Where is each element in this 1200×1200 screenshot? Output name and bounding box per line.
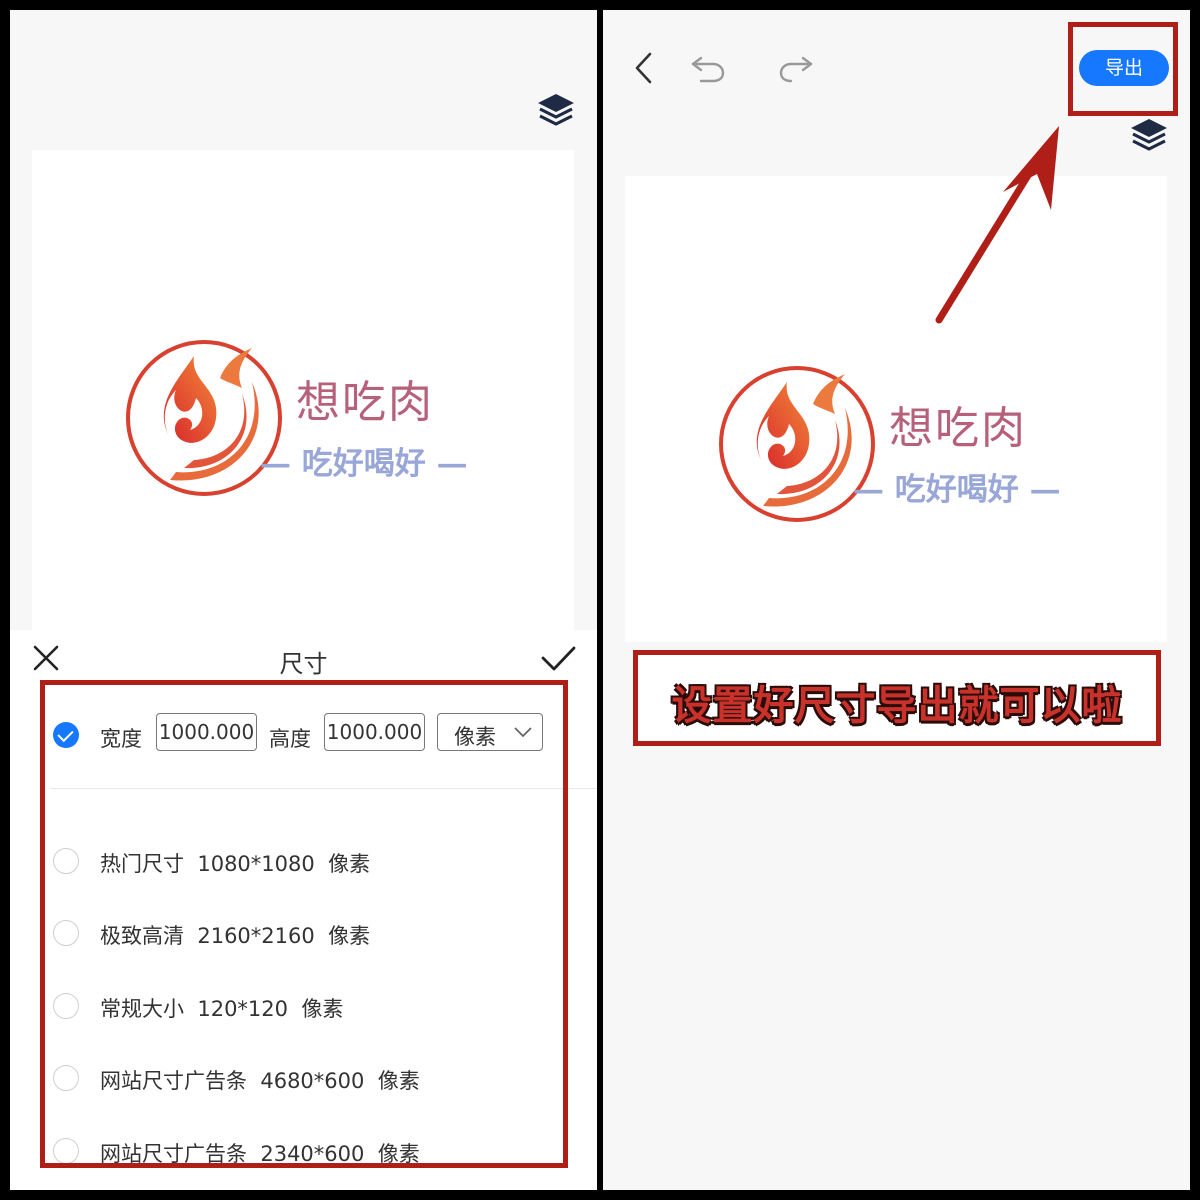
preset-option[interactable]: 网站尺寸广告条 2340*600 像素 [10,1132,570,1172]
export-button[interactable]: 导出 [1079,50,1169,86]
preset-label: 常规大小 120*120 像素 [100,997,344,1021]
size-sheet-header: 尺寸 [10,630,597,690]
chevron-down-icon [514,727,532,738]
divider [50,788,597,789]
preset-option[interactable]: 网站尺寸广告条 4680*600 像素 [10,1059,570,1099]
right-screen: 导出 想吃肉 — 吃好喝好 — 设置好尺寸导出就可以啦 [603,10,1190,1190]
preset-radio[interactable] [53,848,79,874]
brand-logo: 想吃肉 — 吃好喝好 — [124,338,484,518]
preset-option[interactable]: 热门尺寸 1080*1080 像素 [10,842,570,882]
brand-name-text: 想吃肉 [889,403,1027,454]
undo-icon[interactable] [687,48,727,88]
chevron-left-icon[interactable] [625,48,665,88]
preset-label: 网站尺寸广告条 2340*600 像素 [100,1142,420,1166]
height-input[interactable]: 1000.000 [324,713,425,751]
layers-icon[interactable] [534,90,578,130]
unit-select[interactable]: 像素 [437,713,543,751]
callout-text: 设置好尺寸导出就可以啦 [671,683,1123,729]
preset-label: 热门尺寸 1080*1080 像素 [100,852,371,876]
left-screen: 想吃肉 — 吃好喝好 — 尺寸 宽度 1000.000 高度 1000.000 … [10,10,597,1190]
preset-radio[interactable] [53,1138,79,1164]
preset-label: 极致高清 2160*2160 像素 [100,924,371,948]
preset-option[interactable]: 极致高清 2160*2160 像素 [10,914,570,954]
check-icon[interactable] [538,638,578,678]
brand-name-text: 想吃肉 [296,377,434,428]
custom-size-row: 宽度 1000.000 高度 1000.000 像素 [10,710,570,770]
design-canvas[interactable]: 想吃肉 — 吃好喝好 — [625,176,1167,642]
custom-size-radio[interactable] [53,722,79,748]
unit-select-value: 像素 [454,725,496,749]
size-sheet-title: 尺寸 [279,650,328,678]
height-label: 高度 [269,727,311,751]
width-label: 宽度 [100,727,142,751]
redo-icon[interactable] [777,48,817,88]
preset-radio[interactable] [53,1065,79,1091]
annotation-callout: 设置好尺寸导出就可以啦 [633,650,1161,746]
preset-option[interactable]: 常规大小 120*120 像素 [10,987,570,1027]
design-canvas[interactable]: 想吃肉 — 吃好喝好 — [32,150,574,630]
layers-icon[interactable] [1127,115,1171,155]
width-input[interactable]: 1000.000 [156,713,257,751]
brand-logo: 想吃肉 — 吃好喝好 — [717,364,1077,544]
preset-label: 网站尺寸广告条 4680*600 像素 [100,1069,420,1093]
slogan-text: — 吃好喝好 — [853,472,1061,508]
size-sheet: 尺寸 宽度 1000.000 高度 1000.000 像素 热门尺寸 1080*… [10,630,597,1190]
preset-radio[interactable] [53,993,79,1019]
preset-radio[interactable] [53,920,79,946]
slogan-text: — 吃好喝好 — [260,446,468,482]
